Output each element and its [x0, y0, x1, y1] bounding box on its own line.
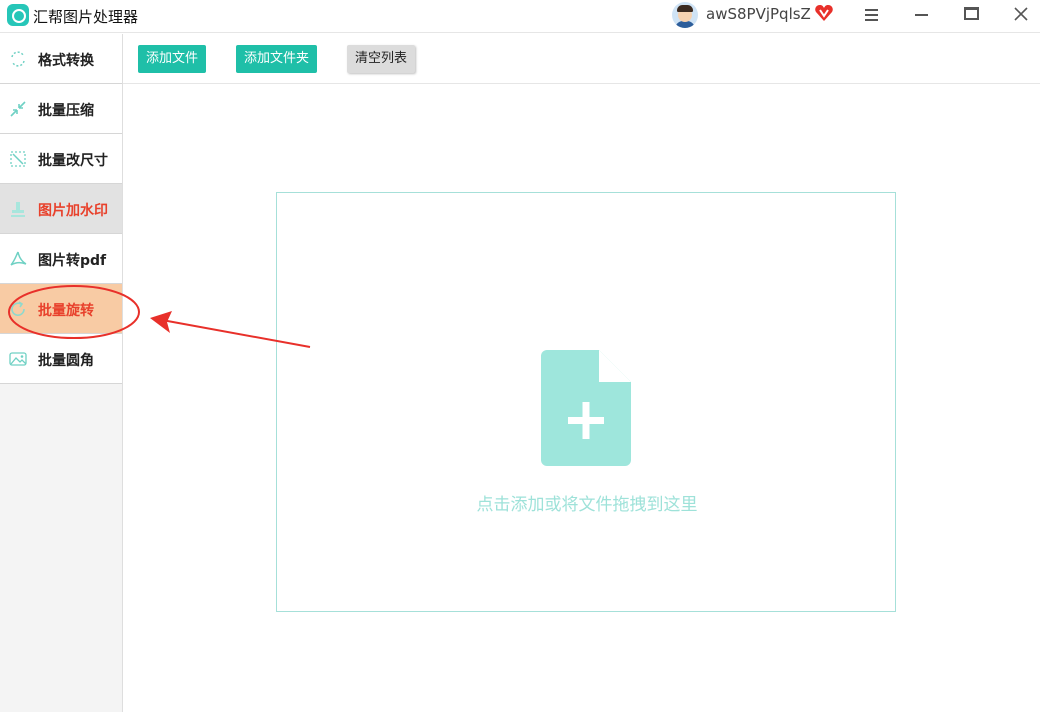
add-folder-button[interactable]: 添加文件夹 — [236, 45, 318, 73]
file-add-icon — [541, 350, 631, 466]
sidebar-item-label: 批量圆角 — [38, 353, 94, 369]
sidebar-item-resize[interactable]: 批量改尺寸 — [0, 134, 122, 184]
sidebar-item-label: 批量压缩 — [38, 103, 94, 119]
format-convert-icon — [11, 51, 25, 67]
watermark-icon — [11, 202, 25, 217]
rotate-icon — [11, 301, 25, 316]
user-avatar[interactable] — [672, 2, 698, 28]
title-bar: 汇帮图片处理器 awS8PVjPqlsZ — [0, 0, 1040, 33]
username[interactable]: awS8PVjPqlsZ — [706, 5, 811, 23]
sidebar-item-rotate[interactable]: 批量旋转 — [0, 284, 122, 334]
maximize-button[interactable] — [946, 0, 996, 30]
toolbar: 添加文件 添加文件夹 清空列表 — [123, 34, 1040, 84]
sidebar-item-watermark[interactable]: 图片加水印 — [0, 184, 122, 234]
app-logo-icon — [7, 4, 29, 26]
vip-heart-icon[interactable] — [814, 3, 834, 23]
annotation-arrowhead — [150, 311, 172, 333]
sidebar-item-round-corner[interactable]: 批量圆角 — [0, 334, 122, 384]
minimize-button[interactable] — [896, 0, 946, 30]
sidebar-item-format-convert[interactable]: 格式转换 — [0, 34, 122, 84]
compress-icon — [10, 101, 26, 117]
round-corner-icon — [9, 352, 27, 366]
sidebar-item-label: 图片转pdf — [38, 253, 107, 269]
drop-hint-text: 点击添加或将文件拖拽到这里 — [476, 495, 698, 515]
close-button[interactable] — [996, 0, 1040, 30]
app-title: 汇帮图片处理器 — [33, 8, 139, 26]
add-file-button[interactable]: 添加文件 — [138, 45, 207, 73]
menu-button[interactable] — [846, 0, 896, 30]
sidebar-item-label: 批量旋转 — [38, 303, 94, 319]
resize-icon — [10, 151, 26, 167]
file-drop-zone[interactable]: 点击添加或将文件拖拽到这里 — [276, 192, 896, 612]
pdf-icon — [10, 251, 27, 266]
sidebar-item-label: 格式转换 — [38, 53, 94, 69]
close-icon — [1014, 7, 1028, 21]
clear-list-button[interactable]: 清空列表 — [347, 45, 416, 73]
sidebar-item-label: 批量改尺寸 — [38, 153, 108, 169]
sidebar-item-label: 图片加水印 — [38, 203, 108, 219]
sidebar-item-to-pdf[interactable]: 图片转pdf — [0, 234, 122, 284]
sidebar-item-compress[interactable]: 批量压缩 — [0, 84, 122, 134]
sidebar: 格式转换 批量压缩 批量改尺寸 图片加水印 图片转pdf 批量旋转 批量圆角 — [0, 34, 123, 712]
